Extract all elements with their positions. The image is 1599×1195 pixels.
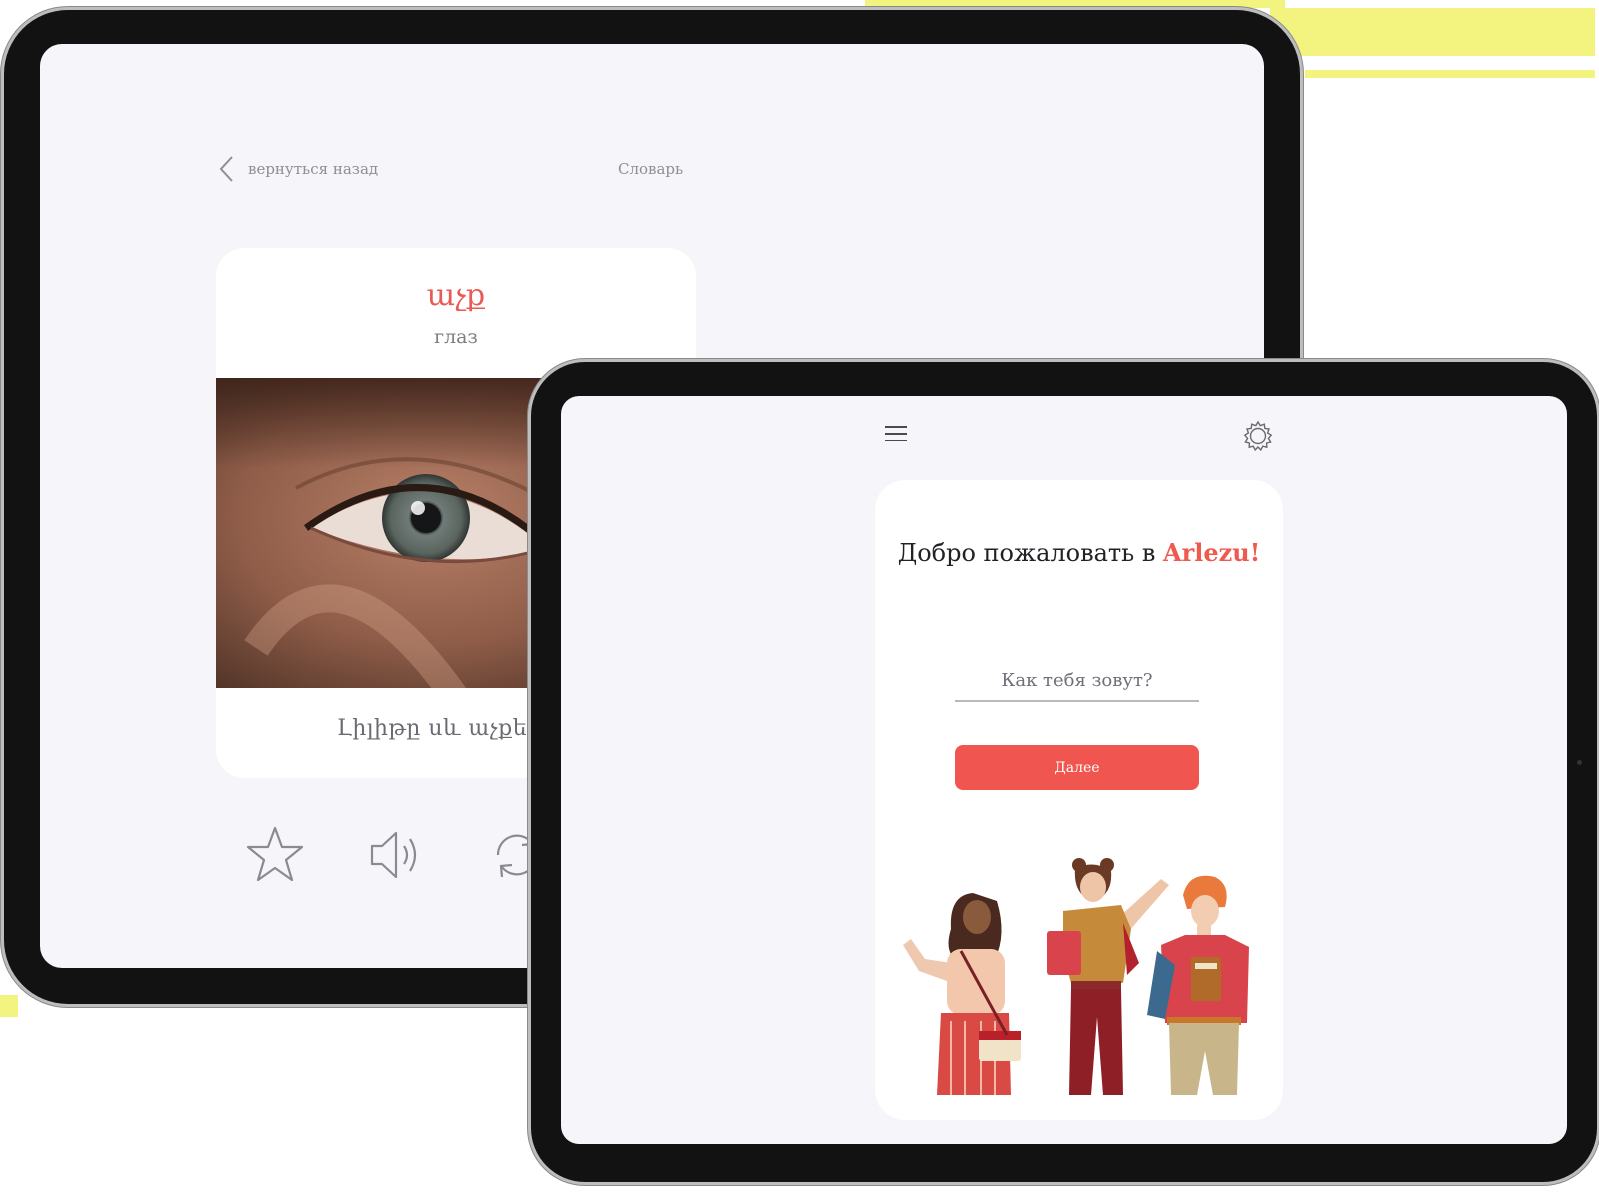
russian-translation: глаз	[434, 326, 478, 348]
speaker-icon[interactable]	[364, 824, 426, 886]
welcome-heading: Добро пожаловать в Arlezu!	[875, 538, 1283, 567]
star-icon[interactable]	[244, 824, 306, 886]
login-card: Добро пожаловать в Arlezu! Далее	[875, 480, 1283, 1120]
back-link[interactable]: вернуться назад	[248, 160, 378, 178]
student-left	[903, 893, 1021, 1095]
student-middle	[1047, 858, 1169, 1095]
next-button[interactable]: Далее	[955, 745, 1199, 790]
top-nav: вернуться назад Словарь	[218, 150, 718, 190]
armenian-word: աչք	[426, 278, 486, 313]
yellow-highlight	[1305, 70, 1595, 78]
students-illustration	[903, 858, 1249, 1095]
yellow-highlight	[0, 995, 18, 1017]
gear-icon[interactable]	[1242, 420, 1274, 452]
name-input[interactable]	[955, 660, 1199, 702]
camera-dot	[1577, 760, 1582, 765]
yellow-highlight	[865, 0, 1285, 8]
dictionary-link[interactable]: Словарь	[618, 160, 683, 178]
hamburger-menu-icon[interactable]	[885, 426, 911, 448]
brand-name: Arlezu!	[1163, 538, 1261, 567]
chevron-left-icon[interactable]	[218, 154, 238, 184]
yellow-highlight	[1270, 8, 1595, 56]
welcome-screen: Добро пожаловать в Arlezu! Далее	[561, 396, 1567, 1144]
student-right	[1147, 875, 1249, 1095]
tablet-welcome: Добро пожаловать в Arlezu! Далее	[531, 362, 1597, 1182]
welcome-text: Добро пожаловать в	[897, 539, 1164, 567]
